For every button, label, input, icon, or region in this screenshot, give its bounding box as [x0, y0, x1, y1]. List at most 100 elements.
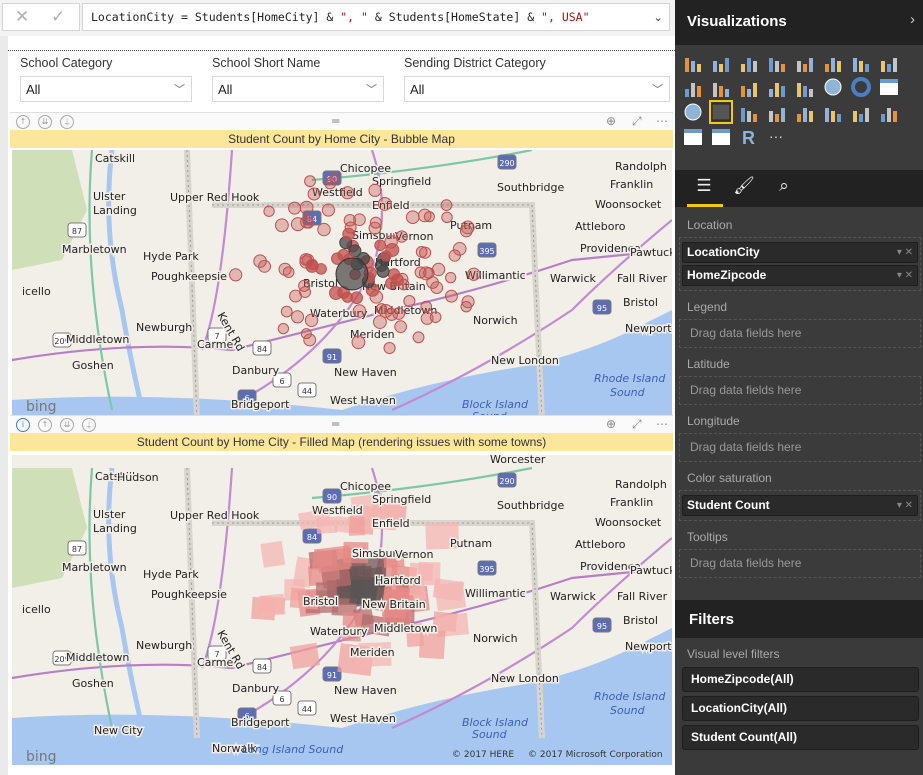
well-dropzone[interactable]: LocationCity ▾ ✕ HomeZipcode ▾ ✕	[679, 237, 921, 291]
filled-map[interactable]: 90 290 84 395 95 91 84 7 6 209 87 44 6 Catskill Ulster…	[12, 455, 672, 765]
svg-text:90: 90	[327, 493, 337, 502]
fields-tab-icon[interactable]: ☰	[691, 176, 717, 200]
map-bubble	[412, 331, 425, 344]
analytics-icon[interactable]: ⌕	[771, 176, 797, 200]
funnel-icon[interactable]	[739, 102, 759, 122]
clustered-column-icon[interactable]	[767, 52, 787, 72]
stacked-area-icon[interactable]	[683, 77, 703, 97]
well-dropzone[interactable]: Drag data fields here	[679, 549, 921, 578]
drill-down-all-icon[interactable]: ⇊	[38, 115, 52, 129]
highway-shield-icon: 395	[477, 560, 497, 576]
map-place-label: Norwich	[473, 632, 518, 645]
info-icon[interactable]: i	[16, 418, 30, 432]
well-dropzone[interactable]: Drag data fields here	[679, 433, 921, 462]
map-bubble	[467, 267, 481, 281]
expand-hierarchy-icon[interactable]: ⍊	[82, 418, 96, 432]
field-remove-icon[interactable]: ▾ ✕	[897, 496, 913, 515]
drill-mode-icon[interactable]: ⊕	[606, 417, 616, 431]
formula-input[interactable]: LocationCity = Students[HomeCity] & ", "…	[82, 3, 670, 31]
map-bubble	[282, 266, 295, 278]
line-column-icon[interactable]	[711, 77, 731, 97]
svg-text:87: 87	[72, 545, 82, 554]
well-label: Latitude	[687, 357, 730, 371]
map-bubble	[289, 289, 302, 303]
well-dropzone[interactable]: Student Count ▾ ✕	[679, 490, 921, 521]
kpi-icon[interactable]	[851, 102, 871, 122]
stacked-bar-icon[interactable]	[683, 52, 703, 72]
map-place-label: Chicopee	[340, 480, 391, 493]
svg-text:84: 84	[257, 345, 267, 354]
map-place-label: Upper Red Hook	[170, 191, 260, 204]
map-bubble	[383, 341, 396, 355]
x-icon[interactable]: ✕	[15, 7, 29, 27]
drag-handle-icon[interactable]: ═	[332, 114, 339, 128]
map-bubble	[352, 304, 367, 318]
formula-buttons: ✕ ✓	[2, 3, 80, 31]
card-icon[interactable]	[795, 102, 815, 122]
multirow-card-icon[interactable]	[823, 102, 843, 122]
line-chart-icon[interactable]	[851, 52, 871, 72]
map-place-label: Southbridge	[497, 499, 564, 512]
drill-down-all-icon[interactable]: ⇊	[60, 418, 74, 432]
drill-mode-icon[interactable]: ⊕	[606, 114, 616, 128]
stacked-column-icon[interactable]	[711, 52, 731, 72]
map-place-label: Hyde Park	[143, 250, 199, 263]
slicer-dropdown[interactable]: All ﹀	[20, 76, 192, 102]
pie-icon[interactable]	[823, 77, 843, 97]
slicer-icon[interactable]	[879, 102, 899, 122]
well-dropzone[interactable]: Drag data fields here	[679, 319, 921, 348]
drill-up-icon[interactable]: ↑	[38, 418, 52, 432]
filled-map-icon[interactable]	[709, 100, 733, 124]
line-clustered-column-icon[interactable]	[739, 77, 759, 97]
map-bubble	[394, 320, 408, 334]
slicer-dropdown[interactable]: All ﹀	[212, 76, 384, 102]
matrix-icon[interactable]	[711, 127, 731, 147]
focus-mode-icon[interactable]: ⤢	[632, 417, 642, 432]
bubble-map[interactable]: 90 290 84 395 95 91 84 7 6 209 87 44 6 Catskill Ulster…	[12, 150, 672, 415]
chevron-down-icon: ﹀	[174, 84, 185, 96]
map-place-label: Danbury	[232, 682, 280, 695]
highway-shield-icon: 95	[592, 617, 612, 633]
drill-up-icon[interactable]: ↑	[16, 115, 30, 129]
filter-card[interactable]: HomeZipcode(All)	[682, 667, 919, 692]
slicer-dropdown[interactable]: All ﹀	[404, 76, 670, 102]
chevron-down-icon[interactable]: ⌄	[653, 4, 663, 30]
map-place-label: Danbury	[232, 364, 280, 377]
100-stacked-bar-icon[interactable]	[795, 52, 815, 72]
format-paint-roller-icon[interactable]: 🖌	[731, 176, 757, 200]
area-chart-icon[interactable]	[879, 52, 899, 72]
expand-hierarchy-icon[interactable]: ⍊	[60, 115, 74, 129]
map-bubble	[290, 310, 305, 324]
svg-text:···: ···	[769, 128, 783, 144]
check-icon[interactable]: ✓	[51, 7, 65, 27]
bing-logo: bing	[26, 749, 57, 765]
well-dropzone[interactable]: Drag data fields here	[679, 376, 921, 405]
field-remove-icon[interactable]: ▾ ✕	[897, 266, 913, 285]
field-pill[interactable]: LocationCity ▾ ✕	[682, 242, 918, 263]
100-stacked-column-icon[interactable]	[823, 52, 843, 72]
table-icon[interactable]	[683, 127, 703, 147]
r-visual-icon[interactable]: R	[739, 127, 759, 148]
field-remove-icon[interactable]: ▾ ✕	[897, 243, 913, 262]
scatter-icon[interactable]	[795, 77, 815, 97]
more-options-icon[interactable]: ⋯	[656, 114, 668, 128]
treemap-icon[interactable]	[879, 77, 899, 97]
gauge-icon[interactable]	[767, 102, 787, 122]
clustered-bar-icon[interactable]	[739, 52, 759, 72]
globe-map-icon[interactable]	[683, 102, 703, 122]
filter-card[interactable]: LocationCity(All)	[682, 696, 919, 721]
field-pill[interactable]: HomeZipcode ▾ ✕	[682, 265, 918, 286]
field-pill[interactable]: Student Count ▾ ✕	[682, 495, 918, 516]
filter-card[interactable]: Student Count(All)	[682, 725, 919, 750]
donut-icon[interactable]	[851, 77, 871, 97]
svg-text:R: R	[742, 128, 755, 147]
svg-text:91: 91	[327, 671, 337, 680]
more-options-icon[interactable]: ⋯	[656, 417, 668, 431]
more-icon[interactable]: ···	[767, 127, 787, 147]
map-place-label: Poughkeepsie	[151, 270, 227, 283]
focus-mode-icon[interactable]: ⤢	[632, 114, 642, 129]
chevron-right-icon[interactable]: ›	[910, 11, 915, 28]
ribbon-chart-icon[interactable]	[767, 77, 787, 97]
drag-handle-icon[interactable]: ═	[332, 417, 339, 431]
visual-title: Student Count by Home City - Bubble Map	[10, 130, 673, 148]
